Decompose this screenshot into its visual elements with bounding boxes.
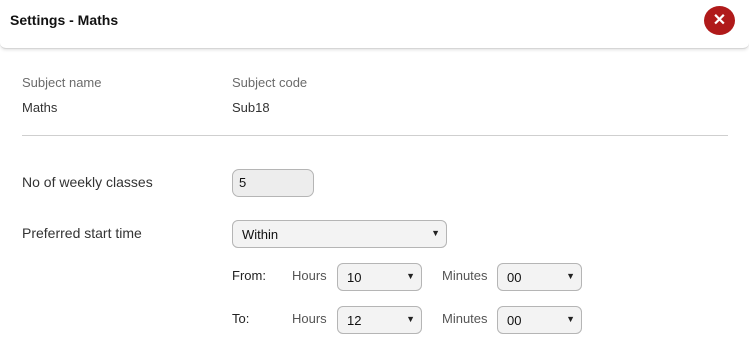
from-minutes-select[interactable]: 00 ▼ [497, 263, 582, 291]
chevron-down-icon: ▼ [566, 271, 575, 281]
weekly-classes-value: 5 [239, 175, 247, 190]
close-button[interactable]: ✕ [704, 6, 735, 35]
subject-code-value: Sub18 [232, 100, 270, 115]
to-label: To: [232, 311, 250, 326]
start-time-mode-value: Within [242, 227, 279, 242]
to-minutes-value: 00 [507, 313, 522, 328]
chevron-down-icon: ▼ [406, 271, 415, 281]
close-icon: ✕ [712, 12, 727, 29]
from-minutes-label: Minutes [442, 268, 488, 283]
dialog-title: Settings - Maths [10, 12, 119, 28]
weekly-classes-input[interactable]: 5 [232, 169, 314, 197]
settings-dialog: Settings - Maths ✕ Subject name Maths Su… [0, 0, 749, 357]
from-minutes-value: 00 [507, 270, 522, 285]
to-hours-select[interactable]: 12 ▼ [337, 306, 422, 334]
chevron-down-icon: ▼ [566, 314, 575, 324]
subject-name-value: Maths [22, 100, 58, 115]
from-hours-label: Hours [292, 268, 327, 283]
to-hours-label: Hours [292, 311, 327, 326]
dialog-header: Settings - Maths ✕ [0, 0, 749, 49]
to-minutes-label: Minutes [442, 311, 488, 326]
to-minutes-select[interactable]: 00 ▼ [497, 306, 582, 334]
chevron-down-icon: ▼ [406, 314, 415, 324]
chevron-down-icon: ▼ [431, 228, 440, 238]
from-label: From: [232, 268, 266, 283]
weekly-classes-label: No of weekly classes [22, 174, 153, 190]
from-hours-select[interactable]: 10 ▼ [337, 263, 422, 291]
from-hours-value: 10 [347, 270, 362, 285]
to-hours-value: 12 [347, 313, 362, 328]
subject-name-label: Subject name [22, 75, 102, 90]
subject-code-label: Subject code [232, 75, 308, 90]
preferred-start-time-label: Preferred start time [22, 225, 142, 241]
start-time-mode-select[interactable]: Within ▼ [232, 220, 447, 248]
section-divider [22, 135, 728, 136]
